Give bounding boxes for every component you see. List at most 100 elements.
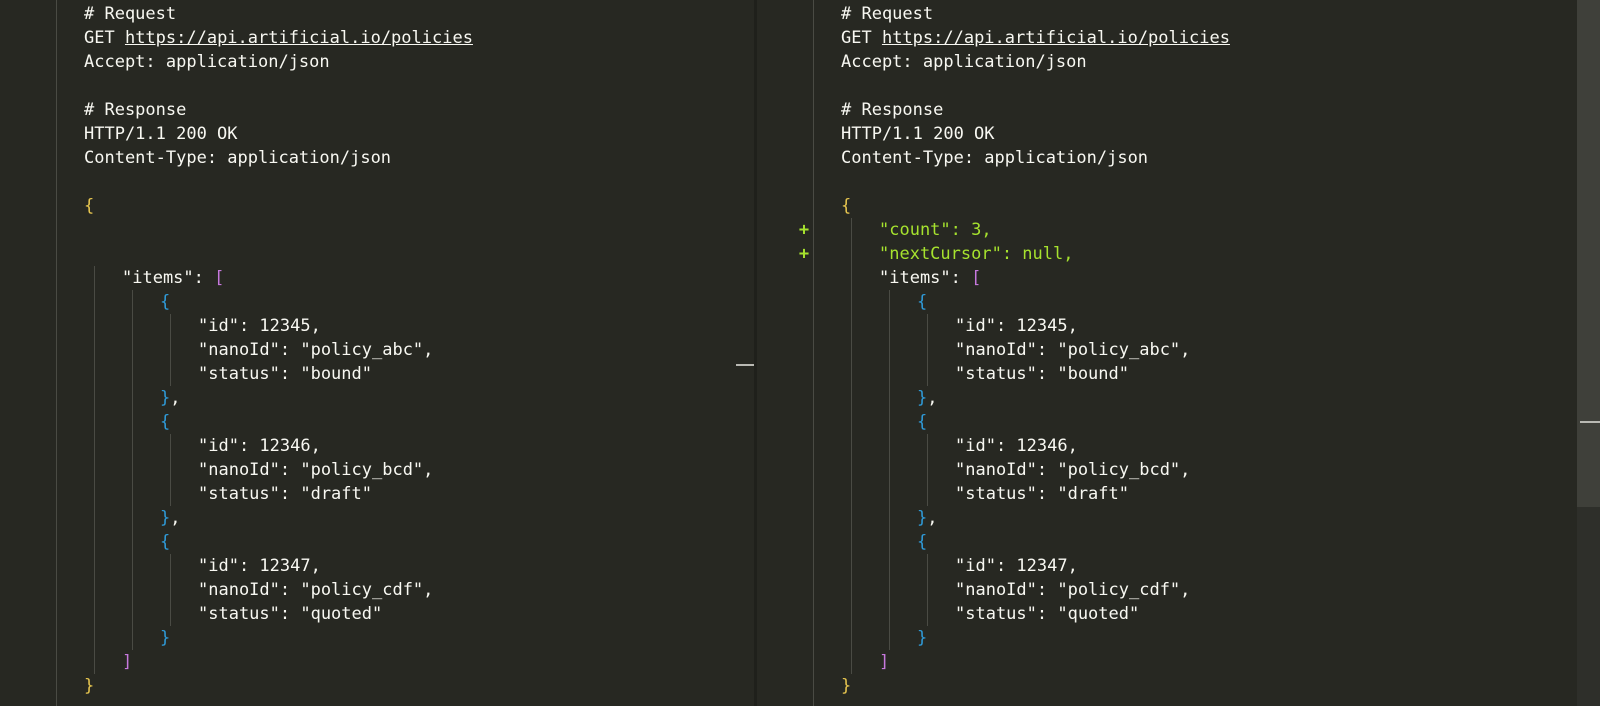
code-token: "count": 3,	[879, 220, 992, 240]
code-line: {	[0, 530, 754, 554]
code-token: }	[84, 676, 95, 696]
code-line: # Response	[757, 98, 1577, 122]
code-line: # Request	[757, 2, 1577, 26]
code-line: ]	[757, 650, 1577, 674]
code-token: }	[917, 508, 928, 528]
code-token: "status": "quoted"	[198, 604, 383, 624]
code-token: "id": 12347,	[198, 556, 321, 576]
code-line: Content-Type: application/json	[757, 146, 1577, 170]
code-token: {	[917, 532, 928, 552]
code-token: HTTP/1.1 200 OK	[841, 124, 995, 144]
code-token: ,	[927, 388, 938, 408]
code-token: {	[84, 196, 95, 216]
code-line: {	[0, 194, 754, 218]
code-line: "nanoId": "policy_abc",	[0, 338, 754, 362]
code-token: ,	[927, 508, 938, 528]
code-line: "id": 12346,	[757, 434, 1577, 458]
url-link[interactable]: https://api.artificial.io/policies	[125, 28, 473, 48]
code-line: {	[0, 290, 754, 314]
code-token: HTTP/1.1 200 OK	[84, 124, 238, 144]
code-line: }	[0, 626, 754, 650]
code-line: },	[0, 506, 754, 530]
code-token: "nanoId": "policy_cdf",	[955, 580, 1191, 600]
code-token: Accept: application/json	[841, 52, 1087, 72]
indent-guide	[170, 554, 171, 626]
code-line: HTTP/1.1 200 OK	[0, 122, 754, 146]
code-token: ]	[122, 652, 133, 672]
code-token: GET	[841, 28, 882, 48]
indent-guide	[132, 290, 133, 650]
code-token: "nextCursor": null,	[879, 244, 1074, 264]
code-token: "nanoId": "policy_bcd",	[955, 460, 1191, 480]
code-line: {	[757, 290, 1577, 314]
code-token: ]	[879, 652, 890, 672]
added-line-marker: +	[798, 220, 810, 240]
code-line: "items": [	[0, 266, 754, 290]
code-token: GET	[84, 28, 125, 48]
code-line: "count": 3, +	[757, 218, 1577, 242]
code-line: "nextCursor": null, +	[757, 242, 1577, 266]
code-token: {	[841, 196, 852, 216]
indent-guide	[927, 314, 928, 386]
url-link[interactable]: https://api.artificial.io/policies	[882, 28, 1230, 48]
overview-ruler-marker	[736, 364, 754, 366]
code-line: }	[0, 674, 754, 698]
code-token: }	[917, 388, 928, 408]
code-token: "id": 12345,	[198, 316, 321, 336]
code-line: "nanoId": "policy_bcd",	[0, 458, 754, 482]
code-line: # Request	[0, 2, 754, 26]
code-token: "status": "quoted"	[955, 604, 1140, 624]
code-token: {	[160, 292, 171, 312]
code-line: "status": "quoted"	[0, 602, 754, 626]
code-token: }	[917, 628, 928, 648]
code-line: "nanoId": "policy_abc",	[757, 338, 1577, 362]
code-token: "id": 12347,	[955, 556, 1078, 576]
code-token: "items":	[879, 268, 972, 288]
code-token: "status": "bound"	[955, 364, 1129, 384]
scrollbar-change-marker	[1580, 421, 1600, 423]
code-line: "status": "bound"	[757, 362, 1577, 386]
code-line: "nanoId": "policy_cdf",	[0, 578, 754, 602]
code-token: Accept: application/json	[84, 52, 330, 72]
code-token: [	[214, 268, 225, 288]
code-token: }	[160, 508, 171, 528]
code-line: "id": 12345,	[757, 314, 1577, 338]
code-line: GET https://api.artificial.io/policies	[757, 26, 1577, 50]
code-line: "id": 12346,	[0, 434, 754, 458]
code-line: },	[757, 386, 1577, 410]
code-line: {	[757, 410, 1577, 434]
code-line: },	[757, 506, 1577, 530]
indent-guide	[927, 554, 928, 626]
code-token: ,	[170, 508, 181, 528]
scrollbar-thumb[interactable]	[1577, 0, 1600, 507]
indent-guide	[170, 434, 171, 506]
code-line: # Response	[0, 98, 754, 122]
indent-guide	[851, 218, 852, 674]
code-line: {	[757, 194, 1577, 218]
indent-guide	[927, 434, 928, 506]
code-token: {	[917, 412, 928, 432]
code-line: ]	[0, 650, 754, 674]
code-line: }	[757, 674, 1577, 698]
code-token: }	[160, 388, 171, 408]
original-pane[interactable]: # Request GET https://api.artificial.io/p…	[0, 0, 754, 706]
modified-pane[interactable]: # Request GET https://api.artificial.io/p…	[757, 0, 1577, 706]
code-line: "id": 12347,	[0, 554, 754, 578]
code-token: {	[917, 292, 928, 312]
code-line: "status": "draft"	[757, 482, 1577, 506]
code-token: }	[841, 676, 852, 696]
code-token: "id": 12345,	[955, 316, 1078, 336]
code-token: "status": "bound"	[198, 364, 372, 384]
code-token: "status": "draft"	[955, 484, 1129, 504]
code-line: Accept: application/json	[757, 50, 1577, 74]
code-line: HTTP/1.1 200 OK	[757, 122, 1577, 146]
vertical-scrollbar[interactable]	[1577, 0, 1600, 706]
code-token: [	[971, 268, 982, 288]
code-line: "status": "bound"	[0, 362, 754, 386]
indent-guide	[170, 314, 171, 386]
indent-guide	[94, 266, 95, 674]
code-line: "status": "quoted"	[757, 602, 1577, 626]
code-line: }	[757, 626, 1577, 650]
code-line: "items": [	[757, 266, 1577, 290]
code-line: "id": 12345,	[0, 314, 754, 338]
